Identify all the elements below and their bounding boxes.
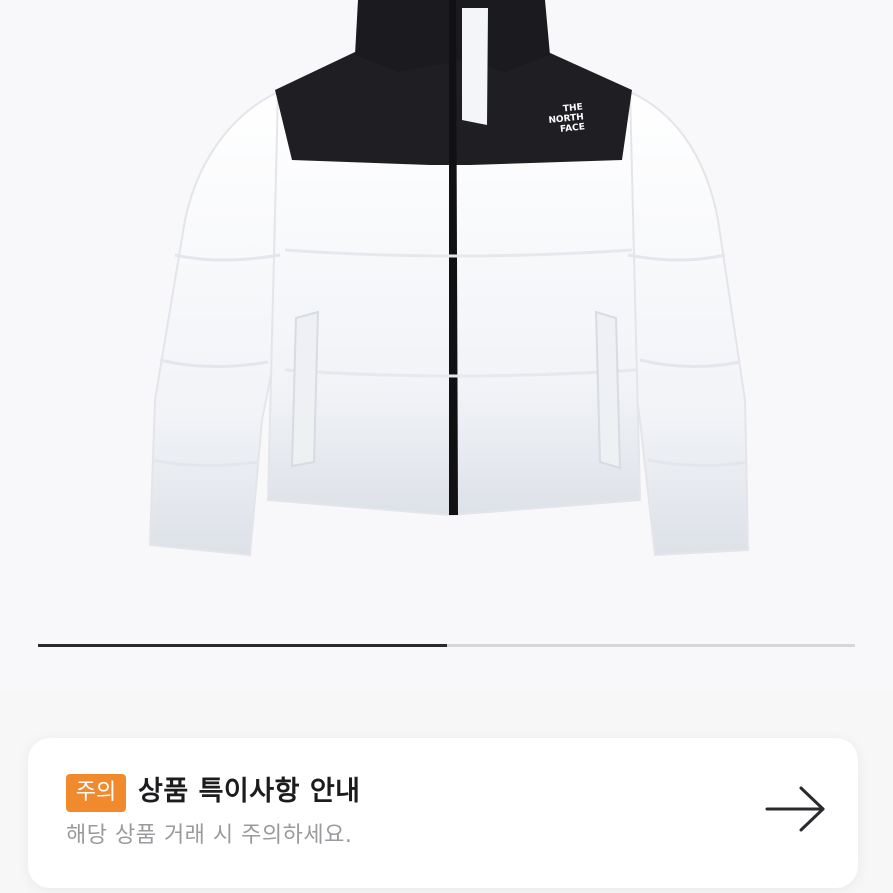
product-image-area[interactable]: THE NORTH FACE [0,0,893,690]
carousel-progress-bar [38,644,447,647]
product-image [148,0,750,557]
notice-subtitle: 해당 상품 거래 시 주의하세요. [66,823,353,848]
notice-title: 상품 특이사항 안내 [138,776,361,807]
product-notice-card[interactable]: 주의 상품 특이사항 안내 해당 상품 거래 시 주의하세요. [28,738,858,888]
carousel-progress-track [38,644,855,647]
caution-badge: 주의 [66,774,126,812]
arrow-right-icon[interactable] [763,784,827,834]
